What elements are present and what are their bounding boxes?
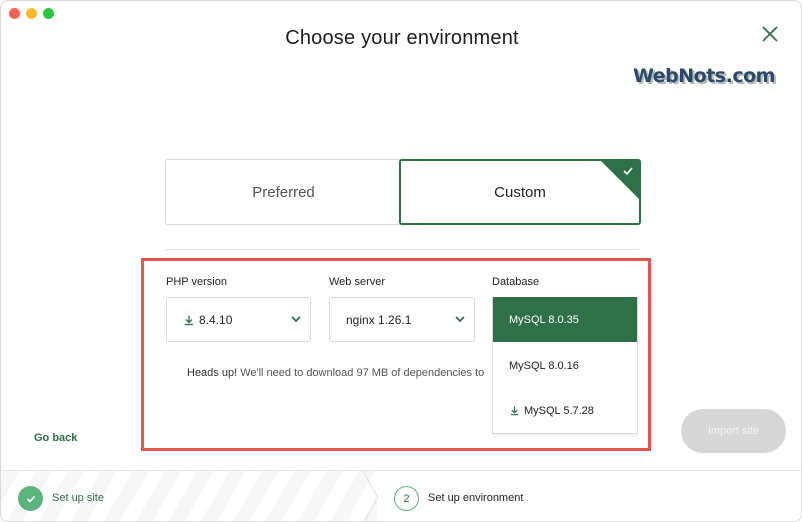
preferred-label: Preferred xyxy=(252,183,315,201)
check-icon xyxy=(26,495,35,503)
divider xyxy=(165,249,638,250)
page-title: Choose your environment xyxy=(285,27,519,49)
chevron-down-icon xyxy=(291,316,301,323)
database-option-mysql-8.0.35[interactable]: MySQL 8.0.35 xyxy=(493,297,637,342)
database-label: Database xyxy=(492,276,540,288)
step-number: 2 xyxy=(394,486,419,511)
database-option-label: MySQL 8.0.35 xyxy=(509,313,579,326)
web-server-select[interactable]: nginx 1.26.1 xyxy=(329,297,475,342)
dependency-notice: Heads up! We'll need to download 97 MB o… xyxy=(187,367,489,379)
notice-text: We'll need to download 97 MB of dependen… xyxy=(237,367,485,379)
download-icon xyxy=(185,315,193,325)
import-site-button[interactable]: Import site xyxy=(681,409,786,453)
database-dropdown: MySQL 8.0.35 MySQL 8.0.16 MySQL 5.7.28 xyxy=(492,297,638,434)
step-complete-indicator xyxy=(18,486,43,511)
maximize-window-button[interactable] xyxy=(43,8,54,19)
watermark-logo: WebNots.com xyxy=(633,65,775,87)
custom-label: Custom xyxy=(494,183,546,201)
window-controls xyxy=(9,8,54,19)
close-window-button[interactable] xyxy=(9,8,20,19)
step-label: Set up environment xyxy=(428,492,524,504)
database-option-mysql-5.7.28[interactable]: MySQL 5.7.28 xyxy=(493,388,637,433)
check-icon xyxy=(623,167,633,176)
progress-footer: Set up site 2 Set up environment xyxy=(1,470,801,521)
web-server-value: nginx 1.26.1 xyxy=(346,312,412,327)
environment-toggle: Preferred Custom xyxy=(165,159,641,225)
step-label: Set up site xyxy=(52,492,104,504)
database-option-label: MySQL 8.0.16 xyxy=(509,359,579,372)
notice-heading: Heads up! xyxy=(187,367,238,379)
php-version-select[interactable]: 8.4.10 xyxy=(166,297,311,342)
custom-option[interactable]: Custom xyxy=(399,159,641,225)
app-window: Choose your environment WebNots.com Pref… xyxy=(0,0,802,522)
chevron-down-icon xyxy=(455,316,465,323)
close-icon[interactable] xyxy=(759,23,781,45)
php-version-label: PHP version xyxy=(166,276,227,288)
minimize-window-button[interactable] xyxy=(26,8,37,19)
php-version-value: 8.4.10 xyxy=(199,312,233,327)
preferred-option[interactable]: Preferred xyxy=(165,159,401,225)
database-option-label: MySQL 5.7.28 xyxy=(524,404,594,417)
step-separator-icon xyxy=(362,471,379,521)
go-back-link[interactable]: Go back xyxy=(34,432,77,444)
download-icon xyxy=(510,406,519,416)
database-option-mysql-8.0.16[interactable]: MySQL 8.0.16 xyxy=(493,343,637,388)
web-server-label: Web server xyxy=(329,276,386,288)
